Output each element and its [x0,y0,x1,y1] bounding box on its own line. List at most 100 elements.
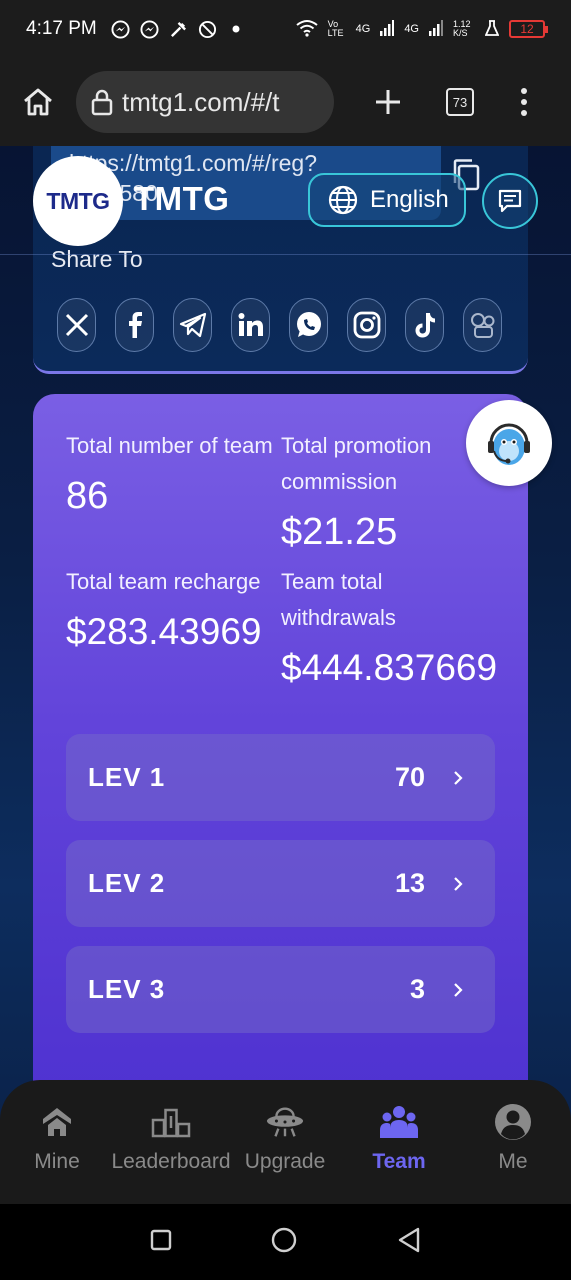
tools-icon [169,20,188,39]
share-facebook-button[interactable] [115,298,154,352]
share-linkedin-button[interactable] [231,298,270,352]
url-text: tmtg1.com/#/t [122,86,280,117]
notification-icons [111,19,246,39]
messenger-icon [140,19,159,39]
facebook-icon [128,312,142,338]
nav-item-me[interactable]: Me [456,1102,570,1204]
stat-team-withdrawals: Team total withdrawals $444.837669 [281,564,498,692]
messenger-icon [111,19,130,39]
telegram-icon [179,312,206,338]
stat-value: $283.43969 [66,611,262,652]
level-count: 13 [394,868,425,898]
system-home-button[interactable] [271,1227,297,1258]
share-x-button[interactable] [57,298,96,352]
home-icon [24,88,52,116]
whatsapp-icon [296,312,321,337]
level-name: LEV 2 [88,868,166,898]
stat-label: Total promotion commission [281,433,432,494]
dot-icon [521,110,527,116]
square-icon [150,1229,172,1250]
chevron-right-icon [453,876,467,891]
browser-menu-button[interactable] [518,84,530,120]
share-tiktok-button[interactable] [405,298,444,352]
tab-switcher-button[interactable]: 73 [446,88,474,116]
level-row-2[interactable]: LEV 2 13 [66,840,495,927]
user-icon [493,1102,533,1142]
browser-toolbar: tmtg1.com/#/t 73 [0,58,571,146]
home-icon [37,1102,77,1142]
support-agent-icon [488,423,530,465]
dot-icon [521,88,527,94]
globe-icon [328,185,358,215]
share-telegram-button[interactable] [173,298,212,352]
nav-label: Mine [34,1150,80,1173]
nav-item-team[interactable]: Team [342,1102,456,1204]
chevron-right-icon [453,982,467,997]
stat-value: 86 [66,475,109,517]
level-name: LEV 1 [88,762,166,792]
speed-label: 1.12 K/S [453,19,471,38]
stat-label: Total number of team [66,433,273,458]
customer-support-button[interactable] [466,400,552,486]
stat-value: $444.837669 [281,647,498,688]
share-instagram-button[interactable] [347,298,386,352]
home-button[interactable] [18,82,58,122]
new-tab-button[interactable] [370,84,406,120]
system-navigation-bar [0,1204,571,1280]
logo-text: TMTG [46,187,110,214]
stat-promotion-commission: Total promotion commission $21.25 [281,428,491,556]
linkedin-icon [238,313,263,336]
nav-label: Leaderboard [111,1150,231,1173]
podium-icon [151,1102,191,1142]
message-icon [498,189,522,213]
flask-icon [484,19,500,39]
nav-label: Upgrade [244,1150,326,1173]
network-4g-label: 4G [404,23,419,35]
circle-icon [272,1227,297,1252]
back-triangle-icon [398,1227,420,1252]
bottom-nav: Mine Leaderboard Upgrade Team Me [0,1080,571,1204]
plus-icon [376,90,400,114]
level-row-1[interactable]: LEV 1 70 [66,734,495,821]
more-share-icon [470,313,494,338]
team-icon [379,1102,419,1142]
x-logo-icon [65,313,88,337]
language-label: English [370,186,449,213]
nav-item-leaderboard[interactable]: Leaderboard [111,1102,231,1204]
language-button[interactable]: English [308,173,466,227]
volte-label: Vo LTE [327,19,344,38]
signal-icon [429,19,443,39]
chevron-right-icon [453,770,467,785]
block-icon [198,20,217,39]
level-row-3[interactable]: LEV 3 3 [66,946,495,1033]
share-more-button[interactable] [463,298,502,352]
dot-icon [521,99,527,105]
nav-label: Me [498,1150,528,1173]
system-status: Vo LTE 4G 4G 1.12 K/S 12 [296,19,548,40]
instagram-icon [353,311,380,339]
battery-indicator: 12 [509,20,548,38]
nav-label: Team [372,1150,426,1173]
tiktok-icon [415,313,435,338]
level-count: 3 [409,974,425,1004]
status-time: 4:17 PM [26,18,97,39]
share-platforms [57,298,502,352]
status-bar: 4:17 PM Vo LTE 4G 4G 1.12 K/S 12 [0,0,571,58]
stat-team-recharge: Total team recharge $283.43969 [66,564,276,656]
share-to-label: Share To [51,246,143,272]
stat-label: Team total withdrawals [281,569,396,630]
level-count: 70 [394,762,425,792]
recent-apps-button[interactable] [150,1229,172,1256]
nav-item-mine[interactable]: Mine [0,1102,114,1204]
stat-label: Total team recharge [66,569,261,594]
ufo-icon [265,1102,305,1142]
system-back-button[interactable] [397,1227,421,1258]
stat-value: $21.25 [281,511,398,553]
messages-button[interactable] [482,173,538,229]
header-divider [0,254,571,255]
share-whatsapp-button[interactable] [289,298,328,352]
address-bar[interactable]: tmtg1.com/#/t [76,71,334,133]
app-logo: TMTG [33,156,123,246]
nav-item-upgrade[interactable]: Upgrade [228,1102,342,1204]
stat-team-count: Total number of team 86 [66,428,276,520]
